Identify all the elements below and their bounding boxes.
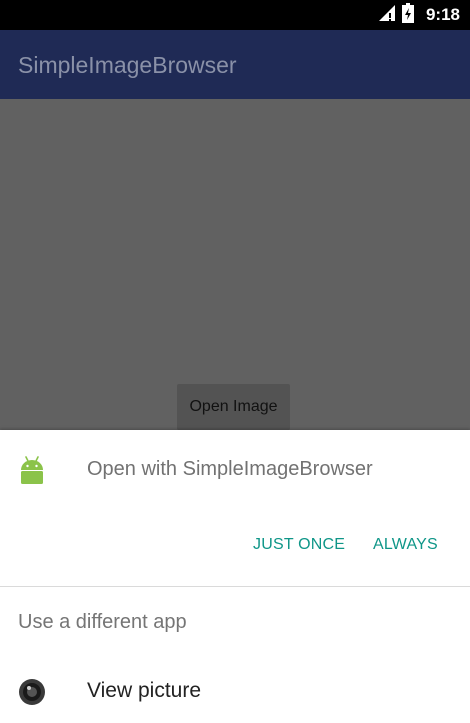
main-content: Open Image [0, 99, 470, 430]
open-with-sheet: Open with SimpleImageBrowser JUST ONCE A… [0, 430, 470, 723]
divider [0, 586, 470, 587]
just-once-button[interactable]: JUST ONCE [253, 536, 345, 554]
status-time: 9:18 [425, 5, 460, 24]
android-icon [19, 456, 45, 484]
open-image-button[interactable]: Open Image [177, 384, 290, 430]
battery-icon [401, 2, 414, 28]
app-item-label: View picture [87, 679, 202, 702]
status-icons: 9:18 [378, 0, 460, 30]
open-with-row: Open with SimpleImageBrowser [0, 430, 470, 510]
status-bar: 9:18 [0, 0, 470, 30]
signal-icon [378, 4, 396, 27]
camera-icon [18, 678, 46, 706]
open-with-text: Open with SimpleImageBrowser [87, 458, 373, 480]
use-different-app-label: Use a different app [18, 611, 187, 633]
always-button[interactable]: ALWAYS [373, 536, 438, 554]
app-title: SimpleImageBrowser [18, 52, 237, 78]
app-bar: SimpleImageBrowser [0, 30, 470, 99]
app-list-item[interactable]: View picture [0, 666, 470, 723]
